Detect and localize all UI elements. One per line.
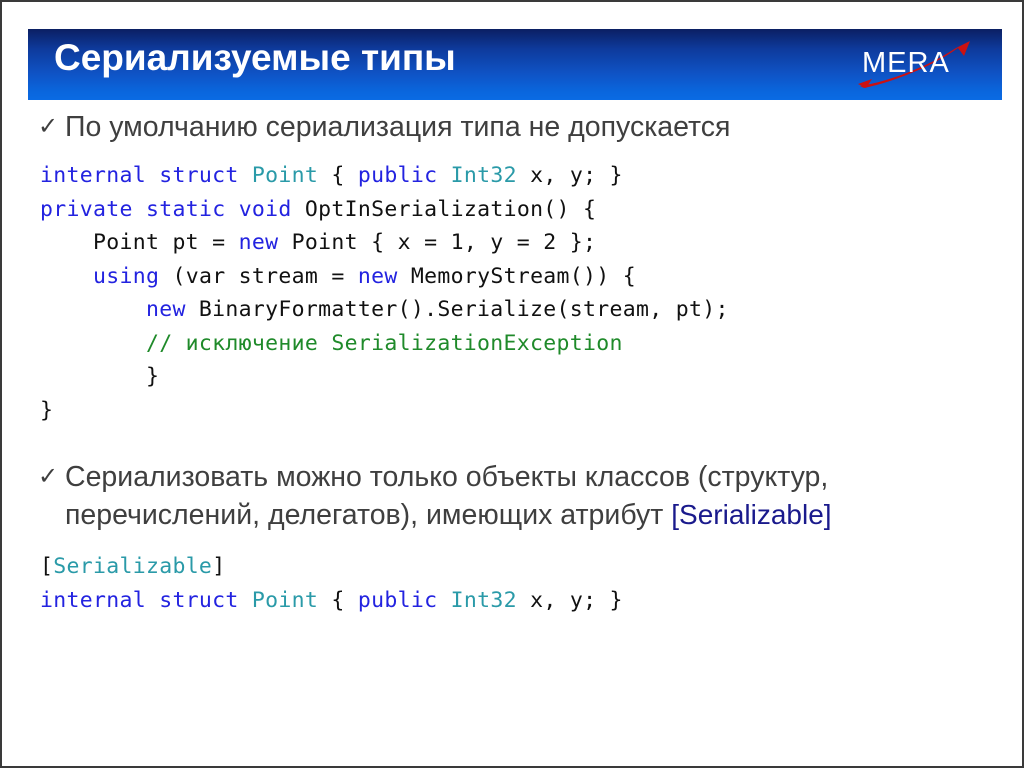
- code-line: private static void OptInSerialization()…: [40, 193, 1022, 227]
- code-line: new BinaryFormatter().Serialize(stream, …: [40, 293, 1022, 327]
- serializable-attribute-inline: [Serializable]: [671, 499, 832, 530]
- code-block-default-serialization: internal struct Point { public Int32 x, …: [2, 159, 1022, 428]
- bullet-item-1: ✓ По умолчанию сериализация типа не допу…: [2, 108, 1022, 146]
- logo-wordmark: MERA: [862, 47, 950, 79]
- code-line: }: [40, 360, 1022, 394]
- code-line: }: [40, 394, 1022, 428]
- mera-logo: MERA: [858, 41, 970, 88]
- slide: Сериализуемые типы MERA ✓ По умолчанию с…: [0, 0, 1024, 768]
- code-token: OptInSerialization() {: [291, 196, 597, 222]
- code-token: x, y; }: [516, 587, 623, 613]
- code-line: Point pt = new Point { x = 1, y = 2 };: [40, 226, 1022, 260]
- slide-content: ✓ По умолчанию сериализация типа не допу…: [2, 106, 1022, 618]
- code-token: Point { x = 1, y = 2 };: [278, 230, 597, 255]
- code-token: new: [145, 297, 186, 322]
- code-token: Point: [251, 587, 319, 613]
- code-token: internal: [40, 163, 146, 188]
- slide-header-bar: Сериализуемые типы MERA: [28, 29, 1002, 100]
- code-token: }: [40, 397, 54, 423]
- code-token: BinaryFormatter().Serialize(stream, pt);: [185, 297, 729, 322]
- code-token: using: [92, 263, 160, 289]
- code-token: Point pt =: [40, 230, 239, 255]
- code-token: internal: [40, 587, 146, 613]
- code-token: private: [40, 196, 133, 222]
- code-token: struct: [159, 587, 239, 613]
- code-token: x, y; }: [516, 163, 623, 188]
- bullet-text-1: По умолчанию сериализация типа не допуск…: [65, 111, 731, 143]
- code-token: struct: [159, 163, 239, 188]
- code-token: Int32: [450, 587, 517, 613]
- code-token: ]: [212, 554, 226, 579]
- code-token: new: [238, 230, 279, 255]
- code-line: using (var stream = new MemoryStream()) …: [40, 260, 1022, 294]
- code-token: // исключение SerializationException: [40, 330, 623, 356]
- code-token: {: [318, 163, 358, 188]
- code-token: (var stream =: [159, 263, 358, 289]
- code-token: Serializable: [53, 554, 213, 579]
- code-line: [Serializable]: [40, 550, 1022, 584]
- code-token: public: [357, 163, 438, 188]
- code-token: Point: [251, 163, 319, 188]
- code-token: [: [40, 554, 54, 579]
- code-block-serializable-struct: [Serializable] internal struct Point { pu…: [2, 550, 1022, 618]
- code-token: MemoryStream()) {: [397, 263, 637, 289]
- code-token: static: [145, 196, 226, 222]
- code-token: Int32: [450, 163, 517, 188]
- code-token: void: [238, 196, 292, 222]
- page-title: Сериализуемые типы: [54, 37, 456, 78]
- code-line: internal struct Point { public Int32 x, …: [40, 159, 1022, 193]
- check-icon: ✓: [38, 113, 59, 140]
- code-token: }: [40, 364, 160, 389]
- code-token: new: [357, 263, 398, 289]
- check-icon: ✓: [38, 463, 59, 490]
- code-line: internal struct Point { public Int32 x, …: [40, 584, 1022, 618]
- code-token: {: [318, 587, 358, 613]
- bullet-item-2: ✓ Сериализовать можно только объекты кла…: [2, 458, 1022, 534]
- code-token: public: [357, 587, 438, 613]
- code-line: // исключение SerializationException: [40, 327, 1022, 361]
